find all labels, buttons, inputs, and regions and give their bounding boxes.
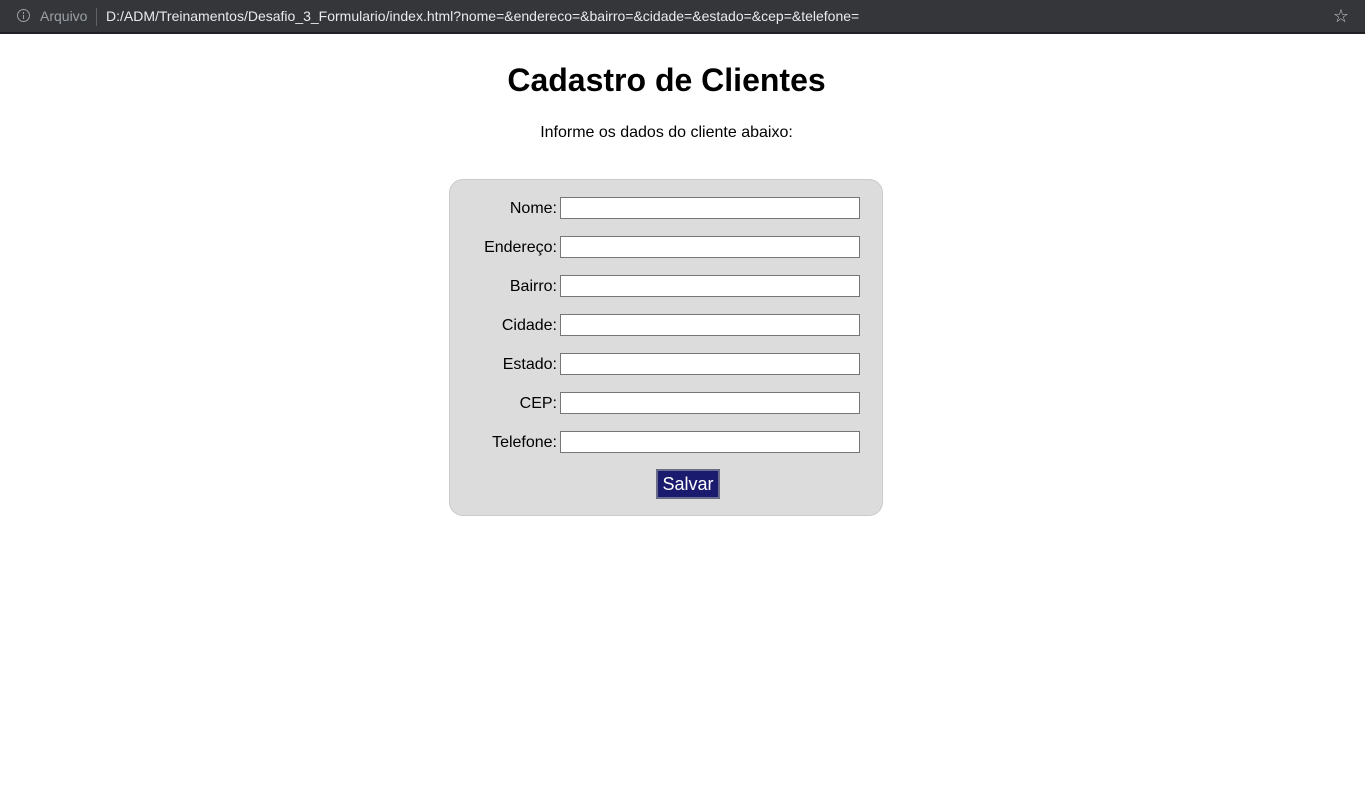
browser-address-bar: Arquivo D:/ADM/Treinamentos/Desafio_3_Fo… [0, 0, 1365, 34]
nome-label: Nome: [509, 200, 557, 217]
page-subtitle: Informe os dados do cliente abaixo: [540, 124, 793, 141]
url-divider [96, 8, 97, 26]
field-row-cidade: Cidade: [450, 314, 884, 338]
endereco-label: Endereço: [484, 239, 557, 256]
field-row-cep: CEP: [450, 392, 884, 416]
bairro-label: Bairro: [509, 278, 557, 295]
endereco-input[interactable] [560, 236, 860, 258]
bairro-input[interactable] [560, 275, 860, 297]
field-row-bairro: Bairro: [450, 275, 884, 299]
estado-input[interactable] [560, 353, 860, 375]
field-row-endereco: Endereço: [450, 236, 884, 260]
save-button[interactable]: Salvar [656, 469, 720, 499]
cep-label: CEP: [519, 395, 557, 412]
field-row-telefone: Telefone: [450, 431, 884, 455]
field-row-estado: Estado: [450, 353, 884, 377]
url-input[interactable]: D:/ADM/Treinamentos/Desafio_3_Formulario… [106, 8, 859, 25]
estado-label: Estado: [502, 356, 557, 373]
security-label[interactable]: Arquivo [40, 8, 87, 25]
cep-input[interactable] [560, 392, 860, 414]
field-row-nome: Nome: [450, 197, 884, 221]
page-title: Cadastro de Clientes [507, 62, 826, 98]
nome-input[interactable] [560, 197, 860, 219]
telefone-label: Telefone: [492, 434, 557, 451]
cidade-label: Cidade: [501, 317, 557, 334]
star-icon[interactable]: ☆ [1333, 6, 1349, 26]
cidade-input[interactable] [560, 314, 860, 336]
info-icon[interactable] [17, 9, 30, 22]
telefone-input[interactable] [560, 431, 860, 453]
client-registration-form: Nome: Endereço: Bairro: Cidade: Estado: … [449, 179, 883, 516]
